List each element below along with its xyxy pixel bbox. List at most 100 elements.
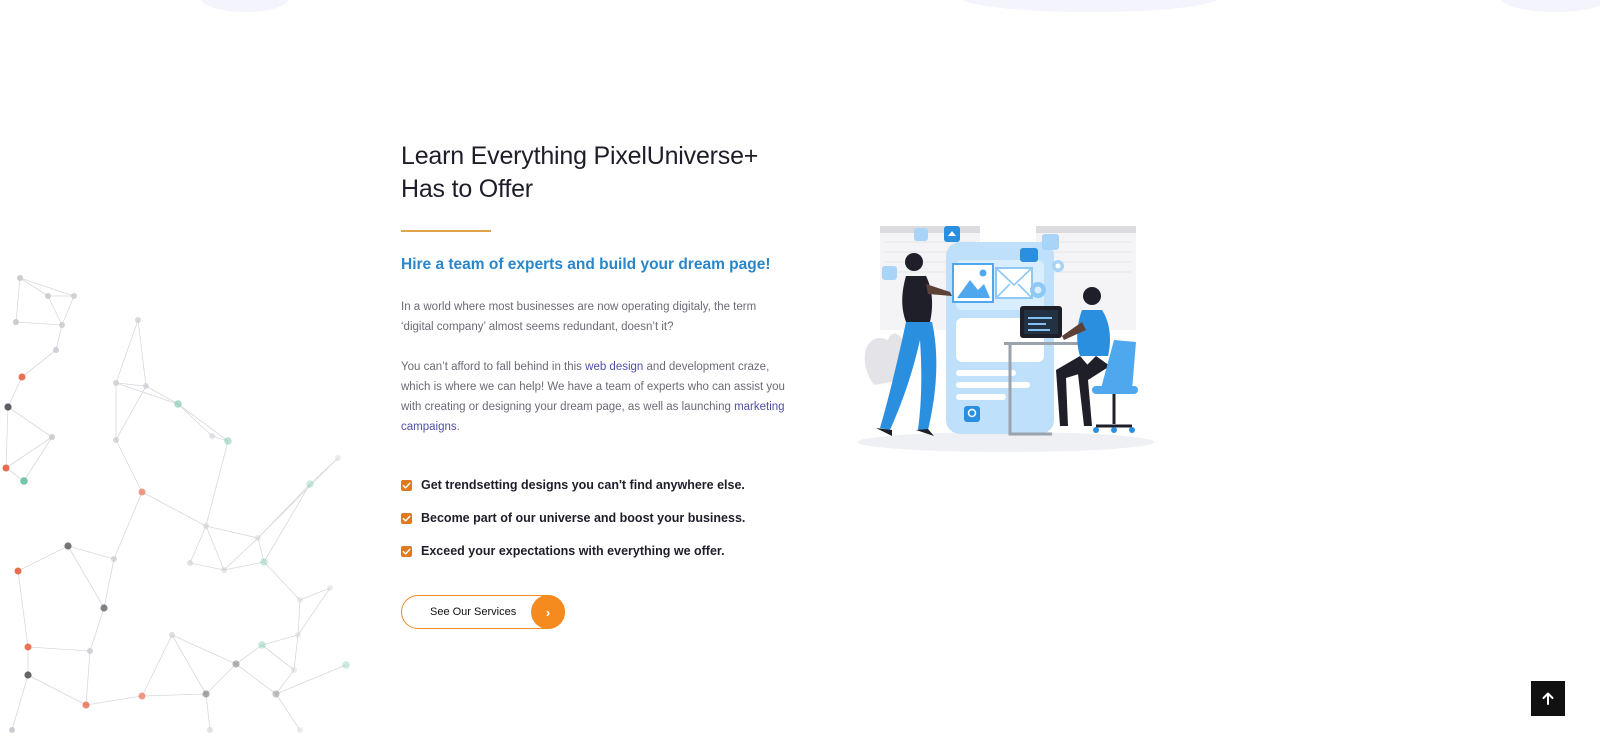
network-line (177, 403, 213, 437)
network-node (2, 464, 10, 472)
network-line (85, 695, 143, 706)
network-node (113, 437, 119, 443)
arrow-up-icon (1542, 692, 1554, 705)
checkbox-checked-icon (401, 512, 412, 524)
network-node (295, 632, 301, 638)
network-line (17, 570, 29, 648)
network-line (17, 545, 69, 572)
network-line (189, 562, 225, 571)
network-line (141, 634, 173, 697)
network-line (15, 277, 21, 323)
network-line (205, 693, 211, 731)
network-node (221, 567, 227, 573)
network-line (263, 561, 301, 601)
feature-item: Get trendsetting designs you can't find … (401, 475, 791, 495)
section-headline: Learn Everything PixelUniverse+ Has to O… (401, 140, 791, 206)
network-node (49, 434, 55, 440)
checkbox-checked-icon (401, 545, 412, 557)
network-node (135, 317, 141, 323)
network-node (9, 727, 15, 733)
network-line (5, 406, 9, 469)
network-node (138, 488, 146, 496)
top-decor-center (960, 0, 1220, 12)
network-line (47, 295, 63, 326)
network-line (115, 385, 147, 441)
network-node (45, 293, 51, 299)
network-node (207, 727, 213, 733)
network-line (137, 319, 147, 387)
network-node (13, 319, 19, 325)
network-node (82, 701, 90, 709)
network-line (141, 491, 207, 527)
network-node (53, 347, 59, 353)
network-line (27, 674, 87, 706)
network-node (342, 661, 350, 669)
network-line (257, 483, 311, 539)
network-node (297, 727, 303, 733)
network-node (255, 535, 261, 541)
network-line (171, 634, 207, 695)
network-line (67, 545, 115, 560)
network-node (100, 604, 108, 612)
network-node (187, 560, 193, 566)
feature-list: Get trendsetting designs you can't find … (401, 475, 791, 561)
back-to-top-button[interactable] (1531, 681, 1565, 716)
network-node (306, 480, 314, 488)
network-line (27, 646, 91, 652)
headline-line-2: Has to Offer (401, 175, 533, 203)
network-line (261, 644, 295, 671)
network-line (235, 644, 263, 665)
network-line (141, 693, 207, 697)
network-line (223, 561, 265, 571)
network-node (4, 403, 12, 411)
network-node (64, 542, 72, 550)
network-node (291, 667, 297, 673)
network-line (115, 439, 143, 493)
network-line (113, 491, 143, 560)
network-line (19, 277, 49, 297)
network-line (5, 436, 53, 469)
network-line (297, 599, 301, 636)
network-node (113, 380, 119, 386)
network-node (209, 433, 215, 439)
chevron-right-icon: › (531, 595, 565, 629)
network-node (202, 690, 210, 698)
network-background-decor (2, 275, 350, 733)
network-line (235, 663, 277, 695)
intro-paragraph: In a world where most businesses are now… (401, 301, 757, 333)
network-line (67, 545, 105, 609)
network-node (232, 660, 240, 668)
top-decor-right (1500, 0, 1600, 12)
see-our-services-label: See Our Services (430, 606, 517, 618)
network-line (205, 440, 229, 527)
feature-item: Become part of our universe and boost yo… (401, 508, 791, 528)
network-line (7, 406, 53, 438)
network-node (59, 322, 65, 328)
network-line (115, 319, 139, 384)
see-our-services-button[interactable]: See Our Services › (401, 595, 565, 629)
network-node (272, 690, 280, 698)
about-section: Learn Everything PixelUniverse+ Has to O… (401, 140, 791, 629)
network-line (7, 376, 23, 408)
network-line (11, 674, 29, 731)
network-node (258, 641, 266, 649)
body-text-1: You can’t afford to fall behind in this (401, 361, 586, 373)
top-decor-left (200, 0, 290, 12)
network-node (24, 671, 32, 679)
network-line (15, 321, 63, 326)
checkbox-checked-icon (401, 479, 412, 491)
team-web-design-illustration (858, 226, 1154, 452)
network-line (223, 537, 259, 571)
network-line (177, 403, 229, 442)
network-line (89, 607, 105, 652)
network-line (189, 525, 207, 564)
network-node (260, 558, 268, 566)
network-line (297, 587, 331, 636)
web-design-link[interactable]: web design (585, 361, 643, 373)
network-line (21, 349, 57, 378)
network-line (103, 558, 115, 609)
network-node (203, 523, 209, 529)
network-node (17, 275, 23, 281)
network-line (275, 693, 301, 731)
network-node (24, 643, 32, 651)
